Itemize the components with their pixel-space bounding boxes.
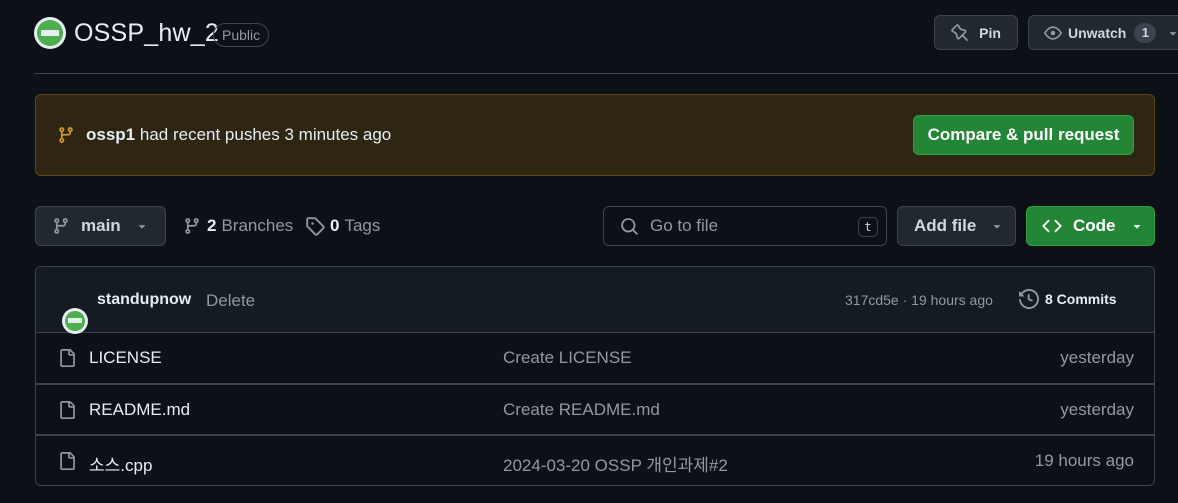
commits-count-label: 8 Commits — [1045, 291, 1117, 307]
compare-label: Compare & pull request — [927, 125, 1120, 144]
history-icon — [1019, 289, 1039, 309]
file-row: README.md Create README.md yesterday — [36, 384, 1154, 435]
repo-owner-avatar[interactable] — [34, 17, 66, 49]
chevron-down-icon — [1170, 31, 1177, 36]
file-icon — [60, 349, 75, 367]
file-table: standupnow Delete 317cd5e · 19 hours ago… — [35, 266, 1155, 486]
branch-name: main — [81, 216, 121, 235]
pin-icon — [951, 23, 969, 41]
file-icon — [60, 452, 75, 470]
file-commit-message[interactable]: Create LICENSE — [503, 348, 632, 368]
repo-title[interactable]: OSSP_hw_2 — [74, 19, 219, 48]
unwatch-label: Unwatch — [1068, 24, 1127, 41]
visibility-badge: Public — [213, 23, 270, 47]
tags-label: Tags — [344, 216, 381, 235]
latest-commit-row: standupnow Delete 317cd5e · 19 hours ago… — [36, 267, 1154, 334]
file-name[interactable]: LICENSE — [89, 348, 162, 368]
unwatch-button[interactable]: Unwatch 1 — [1028, 15, 1178, 50]
recent-push-banner: ossp1 had recent pushes 3 minutes ago Co… — [35, 94, 1155, 176]
tag-icon — [306, 217, 325, 236]
pin-button[interactable]: Pin — [934, 15, 1018, 50]
tags-link[interactable]: 0 Tags — [305, 216, 380, 236]
file-name[interactable]: README.md — [89, 400, 190, 420]
header-divider — [34, 73, 1178, 74]
add-file-label: Add file — [914, 216, 977, 235]
search-shortcut-key: t — [858, 217, 878, 237]
banner-text: had recent pushes 3 minutes ago — [139, 125, 392, 144]
commit-message[interactable]: Delete — [206, 291, 255, 311]
code-button[interactable]: Code — [1026, 206, 1155, 246]
file-name[interactable]: 소스.cpp — [89, 451, 152, 476]
branches-link[interactable]: 2 Branches — [183, 216, 293, 236]
chevron-down-icon — [1133, 225, 1140, 229]
file-date: yesterday — [1060, 400, 1134, 419]
pin-label: Pin — [979, 24, 1001, 41]
search-icon — [621, 217, 638, 235]
file-icon — [60, 401, 75, 419]
file-date: yesterday — [1060, 348, 1134, 367]
code-label: Code — [1073, 216, 1116, 235]
compare-pull-request-button[interactable]: Compare & pull request — [913, 115, 1134, 155]
commits-history-link[interactable]: 8 Commits — [1019, 289, 1117, 309]
chevron-down-icon — [994, 225, 1001, 229]
add-file-button[interactable]: Add file — [897, 206, 1016, 246]
branches-count: 2 — [207, 216, 217, 235]
chevron-down-icon — [138, 225, 145, 229]
branch-selector[interactable]: main — [35, 206, 166, 246]
banner-user-link[interactable]: ossp1 — [86, 125, 135, 144]
file-row: LICENSE Create LICENSE yesterday — [36, 333, 1154, 384]
file-commit-message[interactable]: 2024-03-20 OSSP 개인과제#2 — [503, 451, 728, 476]
commit-author[interactable]: standupnow — [97, 291, 191, 309]
git-branch-icon — [59, 127, 73, 143]
commit-hash-time[interactable]: 317cd5e · 19 hours ago — [845, 292, 993, 308]
eye-icon — [1044, 25, 1062, 40]
watch-count: 1 — [1134, 22, 1157, 43]
commit-author-avatar[interactable] — [62, 307, 88, 334]
git-branch-icon — [185, 218, 199, 234]
file-commit-message[interactable]: Create README.md — [503, 400, 660, 420]
banner-message: ossp1 had recent pushes 3 minutes ago — [86, 125, 391, 145]
file-date: 19 hours ago — [1034, 451, 1134, 470]
code-icon — [1042, 219, 1062, 233]
git-branch-icon — [54, 218, 68, 234]
search-placeholder: Go to file — [650, 216, 719, 235]
file-row: 소스.cpp 2024-03-20 OSSP 개인과제#2 19 hours a… — [36, 435, 1154, 485]
branches-label: Branches — [221, 216, 294, 235]
tags-count: 0 — [330, 216, 340, 235]
go-to-file-input[interactable]: Go to file t — [603, 206, 887, 246]
